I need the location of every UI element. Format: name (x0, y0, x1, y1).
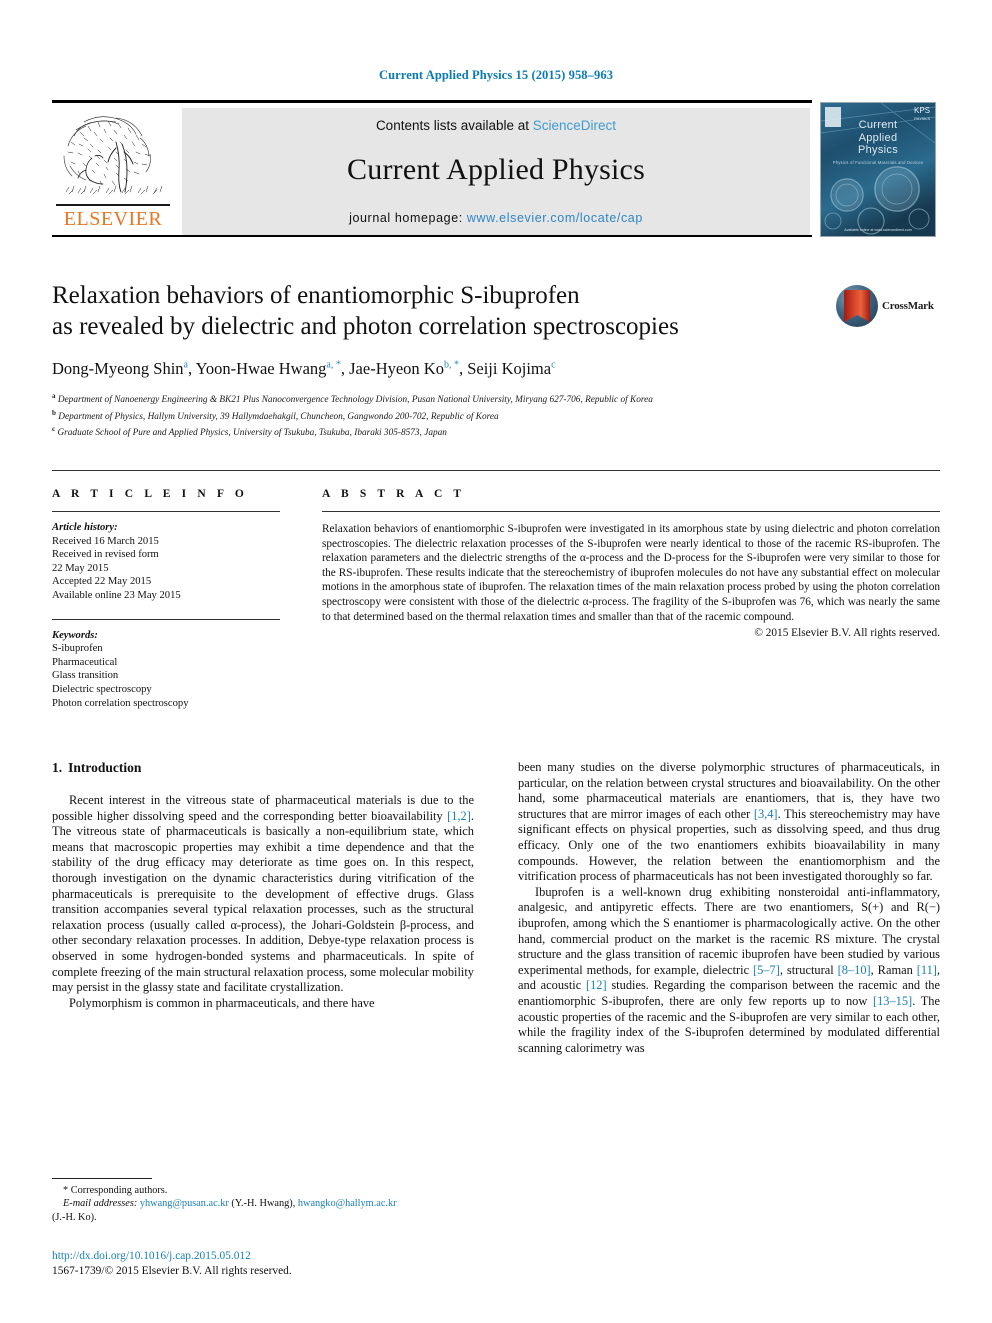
keyword-3: Dielectric spectroscopy (52, 683, 152, 695)
section-heading-introduction: 1. Introduction (52, 760, 474, 776)
crossmark-bookmark-shape (844, 290, 870, 322)
history-item-4: Available online 23 May 2015 (52, 589, 181, 601)
citation-ref[interactable]: [8–10] (838, 963, 871, 977)
author-0: Dong-Myeong Shina (52, 359, 188, 378)
history-item-0: Received 16 March 2015 (52, 535, 159, 547)
email-label: E-mail addresses: (63, 1198, 138, 1210)
keyword-4: Photon correlation spectroscopy (52, 697, 189, 709)
abstract-copyright: © 2015 Elsevier B.V. All rights reserved… (754, 627, 940, 640)
elsevier-tree-icon (54, 108, 172, 204)
article-info-heading: A R T I C L E I N F O (52, 488, 248, 500)
keywords-rule (52, 618, 280, 620)
email-owner-hwang: (Y.-H. Hwang), (231, 1198, 296, 1210)
citation-ref[interactable]: [5–7] (753, 963, 780, 977)
journal-homepage-link[interactable]: www.elsevier.com/locate/cap (467, 211, 643, 225)
masthead-top-rule (52, 100, 812, 103)
email-link-ko[interactable]: hwangko@hallym.ac.kr (298, 1198, 397, 1209)
journal-article-page: Current Applied Physics 15 (2015) 958–96… (0, 0, 992, 1323)
abstract-column: A B S T R A C T Relaxation behaviors of … (322, 488, 940, 639)
author-1: Yoon-Hwae Hwanga, * (195, 359, 341, 378)
author-3-marks: c (551, 359, 556, 371)
affiliation-b: b Department of Physics, Hallym Universi… (52, 408, 499, 422)
contents-box: Contents lists available at ScienceDirec… (182, 108, 810, 235)
cover-title: Current Applied Physics (858, 119, 898, 156)
corresponding-authors-note: * Corresponding authors. (63, 1185, 168, 1196)
keyword-0: S-ibuprofen (52, 643, 103, 655)
author-0-marks: a (183, 359, 188, 371)
author-2-marks: b, * (443, 359, 459, 371)
keyword-1: Pharmaceutical (52, 656, 118, 668)
doi-link[interactable]: http://dx.doi.org/10.1016/j.cap.2015.05.… (52, 1249, 482, 1264)
article-history-group: Article history: Received 16 March 2015 … (52, 521, 280, 603)
contents-available-line: Contents lists available at ScienceDirec… (182, 118, 810, 133)
sciencedirect-link[interactable]: ScienceDirect (533, 118, 616, 133)
keywords-label: Keywords: (52, 629, 98, 641)
author-3: Seiji Kojimac (467, 359, 556, 378)
article-title-line2: as revealed by dielectric and photon cor… (52, 313, 679, 340)
running-head: Current Applied Physics 15 (2015) 958–96… (378, 68, 614, 82)
author-1-marks: a, * (326, 359, 341, 371)
contents-prefix: Contents lists available at (375, 118, 533, 133)
section-title: Introduction (68, 760, 142, 775)
masthead-bottom-rule (52, 235, 812, 237)
article-info-column: A R T I C L E I N F O Article history: R… (52, 488, 280, 710)
citation-ref[interactable]: [12] (586, 978, 607, 992)
elsevier-wordmark: ELSEVIER (63, 208, 163, 230)
affiliation-a: a Department of Nanoenergy Engineering &… (52, 392, 653, 406)
citation-ref[interactable]: [11] (917, 963, 937, 977)
affiliation-list: a Department of Nanoenergy Engineering &… (52, 390, 882, 440)
citation-ref[interactable]: [13–15] (873, 994, 912, 1008)
cover-subtitle: Physics of Functional Materials and Devi… (832, 160, 924, 165)
crossmark-label: CrossMark (882, 300, 934, 312)
email-link-hwang[interactable]: yhwang@pusan.ac.kr (140, 1198, 229, 1209)
citation-ref[interactable]: [1,2] (447, 809, 471, 823)
article-info-rule (52, 511, 280, 512)
email-owner-ko: (J.-H. Ko). (52, 1211, 97, 1223)
journal-masthead: ELSEVIER Contents lists available at Sci… (52, 100, 940, 237)
info-abstract-top-rule (52, 470, 940, 471)
abstract-rule (322, 511, 940, 512)
history-item-2: 22 May 2015 (52, 562, 109, 574)
paragraph-right-1: Ibuprofen is a well-known drug exhibitin… (518, 884, 941, 1055)
history-item-1: Received in revised form (52, 549, 159, 561)
homepage-prefix: journal homepage: (349, 211, 467, 225)
keywords-group: Keywords: S-ibuprofen Pharmaceutical Gla… (52, 629, 280, 711)
paragraph-left-1: Polymorphism is common in pharmaceutical… (69, 995, 375, 1010)
author-2: Jae-Hyeon Kob, * (349, 359, 459, 378)
author-list: Dong-Myeong Shina, Yoon-Hwae Hwanga, *, … (52, 359, 556, 378)
cover-footer-text: Available online at www.sciencedirect.co… (844, 228, 912, 232)
paragraph-left-0: Recent interest in the vitreous state of… (52, 793, 474, 995)
section-number: 1. (52, 760, 63, 775)
footnote-rule (52, 1178, 152, 1179)
history-item-3: Accepted 22 May 2015 (52, 576, 152, 588)
citation-ref[interactable]: [3,4] (754, 807, 778, 821)
crossmark-badge[interactable]: CrossMark (836, 285, 940, 331)
title-block: Relaxation behaviors of enantiomorphic S… (52, 280, 940, 440)
crossmark-icon (836, 285, 878, 327)
article-title-line1: Relaxation behaviors of enantiomorphic S… (52, 282, 580, 309)
elsevier-logo-rule (56, 204, 170, 206)
doi-block: http://dx.doi.org/10.1016/j.cap.2015.05.… (52, 1249, 482, 1279)
keyword-2: Glass transition (52, 670, 119, 682)
page-title: Relaxation behaviors of enantiomorphic S… (52, 280, 782, 342)
footnote-block: * Corresponding authors. E-mail addresse… (52, 1178, 474, 1224)
body-column-left: 1. Introduction Recent interest in the vi… (52, 760, 474, 1011)
email-addresses-line: E-mail addresses: yhwang@pusan.ac.kr (Y.… (52, 1197, 474, 1210)
abstract-text: Relaxation behaviors of enantiomorphic S… (322, 523, 940, 623)
footnote-text: * Corresponding authors. E-mail addresse… (52, 1184, 474, 1224)
affiliation-c: c Graduate School of Pure and Applied Ph… (52, 425, 447, 439)
body-column-right: been many studies on the diverse polymor… (518, 760, 940, 1056)
article-history-label: Article history: (52, 522, 118, 533)
journal-homepage-line: journal homepage: www.elsevier.com/locat… (182, 211, 810, 225)
issn-copyright: 1567-1739/© 2015 Elsevier B.V. All right… (52, 1265, 292, 1277)
journal-title: Current Applied Physics (347, 153, 645, 186)
abstract-heading: A B S T R A C T (322, 488, 466, 500)
journal-cover-thumbnail[interactable]: KPS PHYSICS Current Applied Physics Phys… (820, 102, 936, 237)
elsevier-logo: ELSEVIER (52, 108, 174, 235)
paragraph-right-0: been many studies on the diverse polymor… (518, 760, 940, 884)
